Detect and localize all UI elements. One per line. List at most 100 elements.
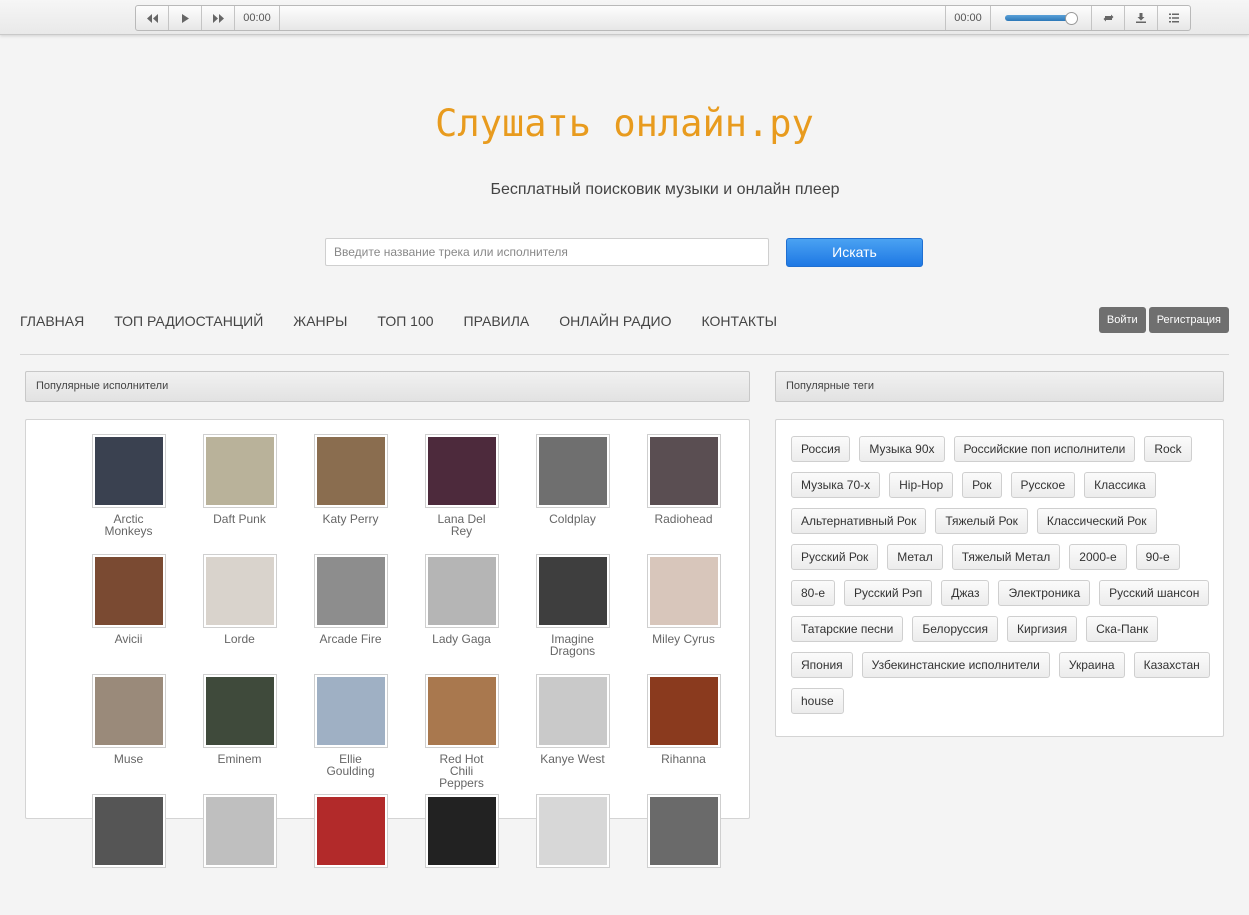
prev-button[interactable] — [136, 6, 169, 30]
tag-item[interactable]: house — [791, 688, 844, 714]
artist-card[interactable]: Ellie Goulding — [295, 674, 406, 795]
nav-item-top-100[interactable]: ТОП 100 — [377, 313, 433, 329]
tag-item[interactable]: Альтернативный Рок — [791, 508, 927, 534]
artist-card[interactable]: Coldplay — [517, 434, 628, 555]
artist-card[interactable] — [295, 794, 406, 915]
artist-photo[interactable] — [424, 554, 499, 628]
artist-photo[interactable] — [91, 674, 166, 748]
tag-item[interactable]: Музыка 90х — [859, 436, 945, 462]
tag-item[interactable]: Hip-Hop — [889, 472, 954, 498]
search-button[interactable]: Искать — [786, 238, 923, 267]
artist-name[interactable]: Muse — [73, 753, 184, 765]
artist-name[interactable]: Lady Gaga — [406, 633, 517, 645]
artist-card[interactable]: Muse — [73, 674, 184, 795]
tag-item[interactable]: Джаз — [941, 580, 990, 606]
tag-item[interactable]: 90-е — [1135, 544, 1180, 570]
artist-card[interactable]: Lady Gaga — [406, 554, 517, 675]
artist-card[interactable] — [628, 794, 739, 915]
artist-photo[interactable] — [646, 434, 721, 508]
tag-item[interactable]: 80-е — [791, 580, 836, 606]
tag-item[interactable]: Ска-Панк — [1086, 616, 1159, 642]
artist-name[interactable]: Lana Del Rey — [406, 513, 517, 537]
tag-item[interactable]: Япония — [791, 652, 853, 678]
artist-photo[interactable] — [424, 794, 499, 868]
artist-card[interactable]: Katy Perry — [295, 434, 406, 555]
artist-name[interactable]: Avicii — [73, 633, 184, 645]
tag-item[interactable]: Rock — [1144, 436, 1192, 462]
nav-item-online-radio[interactable]: ОНЛАЙН РАДИО — [559, 313, 671, 329]
artist-name[interactable]: Daft Punk — [184, 513, 295, 525]
playlist-button[interactable] — [1157, 6, 1190, 30]
tag-item[interactable]: Татарские песни — [791, 616, 904, 642]
tag-item[interactable]: Рок — [962, 472, 1002, 498]
tag-item[interactable]: Русское — [1010, 472, 1076, 498]
artist-name[interactable]: Coldplay — [517, 513, 628, 525]
tag-item[interactable]: Узбекинстанские исполнители — [861, 652, 1050, 678]
tag-item[interactable]: Электроника — [998, 580, 1091, 606]
artist-photo[interactable] — [424, 674, 499, 748]
tag-item[interactable]: Россия — [791, 436, 851, 462]
artist-name[interactable]: Katy Perry — [295, 513, 406, 525]
artist-card[interactable]: Eminem — [184, 674, 295, 795]
artist-photo[interactable] — [424, 434, 499, 508]
artist-card[interactable]: Imagine Dragons — [517, 554, 628, 675]
artist-photo[interactable] — [535, 674, 610, 748]
artist-card[interactable]: Lana Del Rey — [406, 434, 517, 555]
artist-name[interactable]: Miley Cyrus — [628, 633, 739, 645]
nav-item-top-radio[interactable]: ТОП РАДИОСТАНЦИЙ — [114, 313, 263, 329]
artist-name[interactable]: Red Hot Chili Peppers — [406, 753, 517, 789]
artist-photo[interactable] — [202, 794, 277, 868]
artist-card[interactable]: Red Hot Chili Peppers — [406, 674, 517, 795]
artist-card[interactable]: Arctic Monkeys — [73, 434, 184, 555]
artist-name[interactable]: Imagine Dragons — [517, 633, 628, 657]
artist-photo[interactable] — [535, 434, 610, 508]
nav-item-contacts[interactable]: КОНТАКТЫ — [702, 313, 778, 329]
artist-photo[interactable] — [202, 554, 277, 628]
artist-card[interactable] — [73, 794, 184, 915]
tag-item[interactable]: Тяжелый Метал — [951, 544, 1061, 570]
site-title[interactable]: Слушать онлайн.ру — [0, 102, 1249, 145]
artist-name[interactable]: Arcade Fire — [295, 633, 406, 645]
artist-photo[interactable] — [202, 674, 277, 748]
artist-name[interactable]: Eminem — [184, 753, 295, 765]
artist-card[interactable] — [517, 794, 628, 915]
artist-photo[interactable] — [202, 434, 277, 508]
register-button[interactable]: Регистрация — [1148, 307, 1229, 333]
tag-item[interactable]: Белоруссия — [912, 616, 998, 642]
artist-name[interactable]: Lorde — [184, 633, 295, 645]
artist-name[interactable]: Arctic Monkeys — [73, 513, 184, 537]
nav-item-rules[interactable]: ПРАВИЛА — [464, 313, 530, 329]
progress-bar[interactable] — [280, 6, 945, 30]
artist-card[interactable]: Rihanna — [628, 674, 739, 795]
artist-photo[interactable] — [91, 794, 166, 868]
artist-photo[interactable] — [313, 674, 388, 748]
artist-photo[interactable] — [91, 554, 166, 628]
artist-name[interactable]: Rihanna — [628, 753, 739, 765]
artist-card[interactable]: Kanye West — [517, 674, 628, 795]
artist-photo[interactable] — [313, 554, 388, 628]
volume-handle[interactable] — [1065, 12, 1079, 25]
tag-item[interactable]: Русский Рок — [791, 544, 879, 570]
tag-item[interactable]: Тяжелый Рок — [935, 508, 1028, 534]
next-button[interactable] — [202, 6, 235, 30]
artist-card[interactable]: Lorde — [184, 554, 295, 675]
tag-item[interactable]: Украина — [1058, 652, 1125, 678]
artist-photo[interactable] — [646, 554, 721, 628]
artist-photo[interactable] — [646, 794, 721, 868]
artist-photo[interactable] — [91, 434, 166, 508]
play-button[interactable] — [169, 6, 202, 30]
search-input[interactable] — [325, 238, 769, 266]
artist-photo[interactable] — [313, 434, 388, 508]
artist-card[interactable]: Arcade Fire — [295, 554, 406, 675]
tag-item[interactable]: Классический Рок — [1036, 508, 1157, 534]
artist-name[interactable]: Kanye West — [517, 753, 628, 765]
login-button[interactable]: Войти — [1098, 307, 1146, 333]
artist-photo[interactable] — [535, 794, 610, 868]
artist-card[interactable] — [406, 794, 517, 915]
artist-card[interactable]: Radiohead — [628, 434, 739, 555]
tag-item[interactable]: Классика — [1084, 472, 1156, 498]
artist-photo[interactable] — [313, 794, 388, 868]
artist-name[interactable]: Ellie Goulding — [295, 753, 406, 777]
tag-item[interactable]: 2000-е — [1069, 544, 1127, 570]
artist-photo[interactable] — [646, 674, 721, 748]
